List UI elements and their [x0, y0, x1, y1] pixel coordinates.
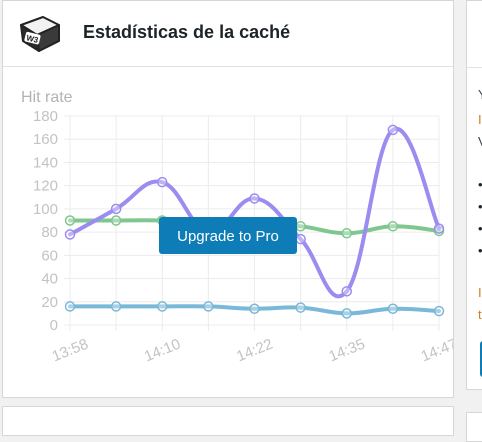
right-widget-text-fragment: •	[478, 199, 482, 214]
right-widget-text-fragment: •	[478, 221, 482, 236]
right-widget-header	[467, 1, 482, 68]
right-widget-text-fragment: •	[478, 177, 482, 192]
series-1-point	[341, 228, 352, 239]
series-2-point	[157, 301, 168, 312]
y-tick-label: 120	[33, 178, 58, 195]
right-widget-text-fragment: Y	[478, 87, 482, 102]
right-widget-text-fragment: V	[478, 134, 482, 149]
hit-rate-chart: Hit rate 0 20 40 60 80 100 120 140 160 180 13:58 14…	[3, 67, 453, 397]
cache-stats-widget: W3 Estadísticas de la caché Hit rate 0 20…	[2, 0, 454, 398]
series-0-point	[110, 203, 122, 215]
widget-title: Estadísticas de la caché	[83, 22, 291, 42]
x-tick-label: 14:22	[234, 336, 275, 366]
y-tick-label: 100	[33, 201, 58, 218]
series-0-point	[295, 233, 306, 245]
series-0-point	[64, 229, 76, 240]
widget-header: W3 Estadísticas de la caché	[3, 1, 453, 67]
series-0-point	[433, 223, 445, 234]
y-tick-label: 0	[50, 317, 58, 334]
series-0-point	[157, 176, 168, 188]
right-widget-text-fragment: I	[478, 285, 482, 300]
y-tick-label: 80	[41, 224, 58, 241]
series-1-point	[64, 215, 76, 226]
series-2-point	[341, 308, 352, 319]
x-tick-label: 14:10	[142, 336, 183, 366]
series-2-point	[433, 305, 445, 317]
upgrade-to-pro-button[interactable]: Upgrade to Pro	[159, 217, 297, 254]
series-0-point	[341, 286, 352, 297]
x-tick-label: 14:35	[326, 336, 367, 366]
w3-logo-icon: W3	[20, 16, 60, 52]
y-tick-label: 160	[33, 131, 58, 148]
right-side-widget: YIV••••It	[466, 0, 482, 390]
y-tick-label: 180	[33, 108, 58, 125]
right-widget-text-fragment: I	[478, 112, 482, 127]
chart-title: Hit rate	[21, 89, 73, 106]
series-2-point	[203, 301, 214, 312]
series-0-point	[387, 124, 399, 136]
x-tick-label: 13:58	[50, 336, 91, 366]
next-widget-left	[2, 406, 454, 436]
series-2-point	[295, 302, 306, 313]
next-widget-right	[466, 412, 482, 442]
series-2-point	[64, 301, 76, 312]
series-1-point	[110, 215, 122, 226]
y-tick-label: 60	[41, 247, 58, 264]
series-0-point	[249, 193, 260, 204]
y-tick-label: 40	[41, 271, 58, 288]
series-1-point	[295, 221, 306, 232]
series-2-point	[110, 301, 122, 312]
series-2-point	[249, 303, 260, 314]
series-2-point	[387, 303, 399, 314]
right-widget-text-fragment: t	[478, 307, 482, 322]
right-widget-text-fragment: •	[478, 243, 482, 258]
x-tick-label: 14:47	[419, 336, 453, 366]
series-1-point	[387, 221, 399, 232]
y-tick-label: 140	[33, 154, 58, 171]
y-tick-label: 20	[41, 294, 58, 311]
